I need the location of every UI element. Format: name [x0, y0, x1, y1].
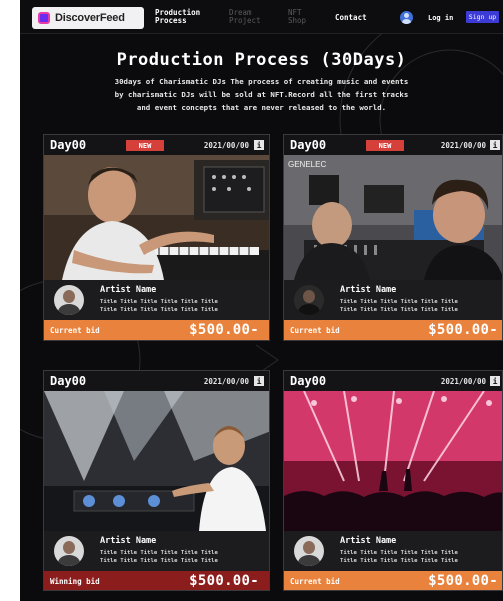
bid-value: $500.00-: [189, 573, 259, 589]
site-header: DiscoverFeed Production Process Dream Pr…: [20, 0, 503, 34]
genelec-sign: GENELEC: [288, 160, 326, 169]
day-label: Day00: [50, 138, 87, 152]
logo-text: DiscoverFeed: [55, 12, 125, 24]
info-icon[interactable]: i: [254, 140, 264, 150]
page-frame: DiscoverFeed Production Process Dream Pr…: [20, 0, 503, 601]
discoverfeed-logo-icon: [38, 12, 50, 24]
nav-dream-project[interactable]: Dream Project: [229, 9, 261, 25]
card-photo-mixing-room: GENELEC: [284, 155, 502, 280]
card-date: 2021/00/00: [203, 141, 249, 150]
title-line: Title Title Title Title Title Title: [100, 558, 218, 564]
title-line: Title Title Title Title Title Title: [100, 307, 218, 313]
artist-avatar[interactable]: [54, 536, 84, 566]
card-header: Day00 NEW 2021/00/00 i: [44, 135, 269, 155]
artist-titles: Title Title Title Title Title Title Titl…: [340, 298, 500, 314]
nav-nft-shop-line2: Shop: [288, 16, 307, 25]
day-label: Day00: [50, 374, 87, 388]
title-line: Title Title Title Title Title Title: [340, 550, 458, 556]
card-header: Day00 2021/00/00 i: [284, 371, 502, 391]
bid-bar[interactable]: Current bid $500.00-: [284, 320, 502, 340]
new-badge: NEW: [126, 140, 164, 151]
nft-card-4[interactable]: Day00 2021/00/00 i Artist Name Title Tit…: [283, 370, 503, 591]
card-photo-concert-crowd: [284, 391, 502, 531]
nav-dream-project-line2: Project: [229, 16, 261, 25]
title-line: Title Title Title Title Title Title: [340, 558, 458, 564]
card-date: 2021/00/00: [440, 377, 486, 386]
card-header: Day00 NEW 2021/00/00 i: [284, 135, 502, 155]
logo[interactable]: DiscoverFeed: [32, 7, 144, 29]
artist-row: Artist Name Title Title Title Title Titl…: [44, 531, 269, 571]
day-label: Day00: [290, 374, 327, 388]
bid-label: Current bid: [290, 326, 340, 335]
bid-value: $500.00-: [189, 322, 259, 338]
new-badge: NEW: [366, 140, 404, 151]
artist-titles: Title Title Title Title Title Title Titl…: [100, 549, 268, 565]
artist-titles: Title Title Title Title Title Title Titl…: [340, 549, 500, 565]
intro-text: 30days of Charismatic DJs The process of…: [78, 75, 445, 114]
artist-avatar[interactable]: [294, 536, 324, 566]
card-photo-dj-booth: [44, 391, 269, 531]
info-icon[interactable]: i: [490, 376, 500, 386]
bid-value: $500.00-: [428, 322, 498, 338]
artist-row: Artist Name Title Title Title Title Titl…: [284, 531, 502, 571]
bid-label: Current bid: [50, 326, 100, 335]
title-line: Title Title Title Title Title Title: [100, 299, 218, 305]
artist-name: Artist Name: [340, 536, 397, 546]
card-header: Day00 2021/00/00 i: [44, 371, 269, 391]
artist-row: Artist Name Title Title Title Title Titl…: [44, 280, 269, 320]
nav-production-process-line2: Process: [155, 16, 187, 25]
artist-titles: Title Title Title Title Title Title Titl…: [100, 298, 268, 314]
nav-production-process[interactable]: Production Process: [155, 9, 200, 25]
user-icon[interactable]: [400, 11, 413, 24]
artist-avatar[interactable]: [294, 285, 324, 315]
card-photo-studio: [44, 155, 269, 280]
bid-bar[interactable]: Winning bid $500.00-: [44, 571, 269, 590]
title-line: Title Title Title Title Title Title: [340, 299, 458, 305]
info-icon[interactable]: i: [490, 140, 500, 150]
card-date: 2021/00/00: [203, 377, 249, 386]
bid-value: $500.00-: [428, 573, 498, 589]
bid-bar[interactable]: Current bid $500.00-: [44, 320, 269, 340]
intro-line-1: 30days of Charismatic DJs The process of…: [114, 77, 409, 86]
login-link[interactable]: Log in: [428, 14, 453, 22]
bid-label: Current bid: [290, 577, 340, 586]
nft-card-1[interactable]: Day00 NEW 2021/00/00 i Artist Name Title…: [43, 134, 270, 341]
nft-card-3[interactable]: Day00 2021/00/00 i Artist Name Title Tit…: [43, 370, 270, 591]
card-date: 2021/00/00: [440, 141, 486, 150]
nav-contact-label: Contact: [335, 13, 367, 22]
info-icon[interactable]: i: [254, 376, 264, 386]
page-title: Production Process (30Days): [116, 50, 407, 70]
nav-contact[interactable]: Contact: [335, 14, 367, 22]
intro-line-3: and event concepts that are never releas…: [136, 103, 387, 112]
artist-name: Artist Name: [100, 285, 157, 295]
nav-nft-shop[interactable]: NFT Shop: [288, 9, 306, 25]
artist-row: Artist Name Title Title Title Title Titl…: [284, 280, 502, 320]
signup-button[interactable]: Sign up: [466, 11, 499, 23]
intro-line-2: by charismatic DJs will be sold at NFT.R…: [114, 90, 409, 99]
title-line: Title Title Title Title Title Title: [340, 307, 458, 313]
artist-name: Artist Name: [100, 536, 157, 546]
title-line: Title Title Title Title Title Title: [100, 550, 218, 556]
artist-name: Artist Name: [340, 285, 397, 295]
day-label: Day00: [290, 138, 327, 152]
artist-avatar[interactable]: [54, 285, 84, 315]
nft-card-2[interactable]: Day00 NEW 2021/00/00 i GENELEC Artist Na…: [283, 134, 503, 341]
bid-bar[interactable]: Current bid $500.00-: [284, 571, 502, 590]
bid-label: Winning bid: [50, 577, 100, 586]
